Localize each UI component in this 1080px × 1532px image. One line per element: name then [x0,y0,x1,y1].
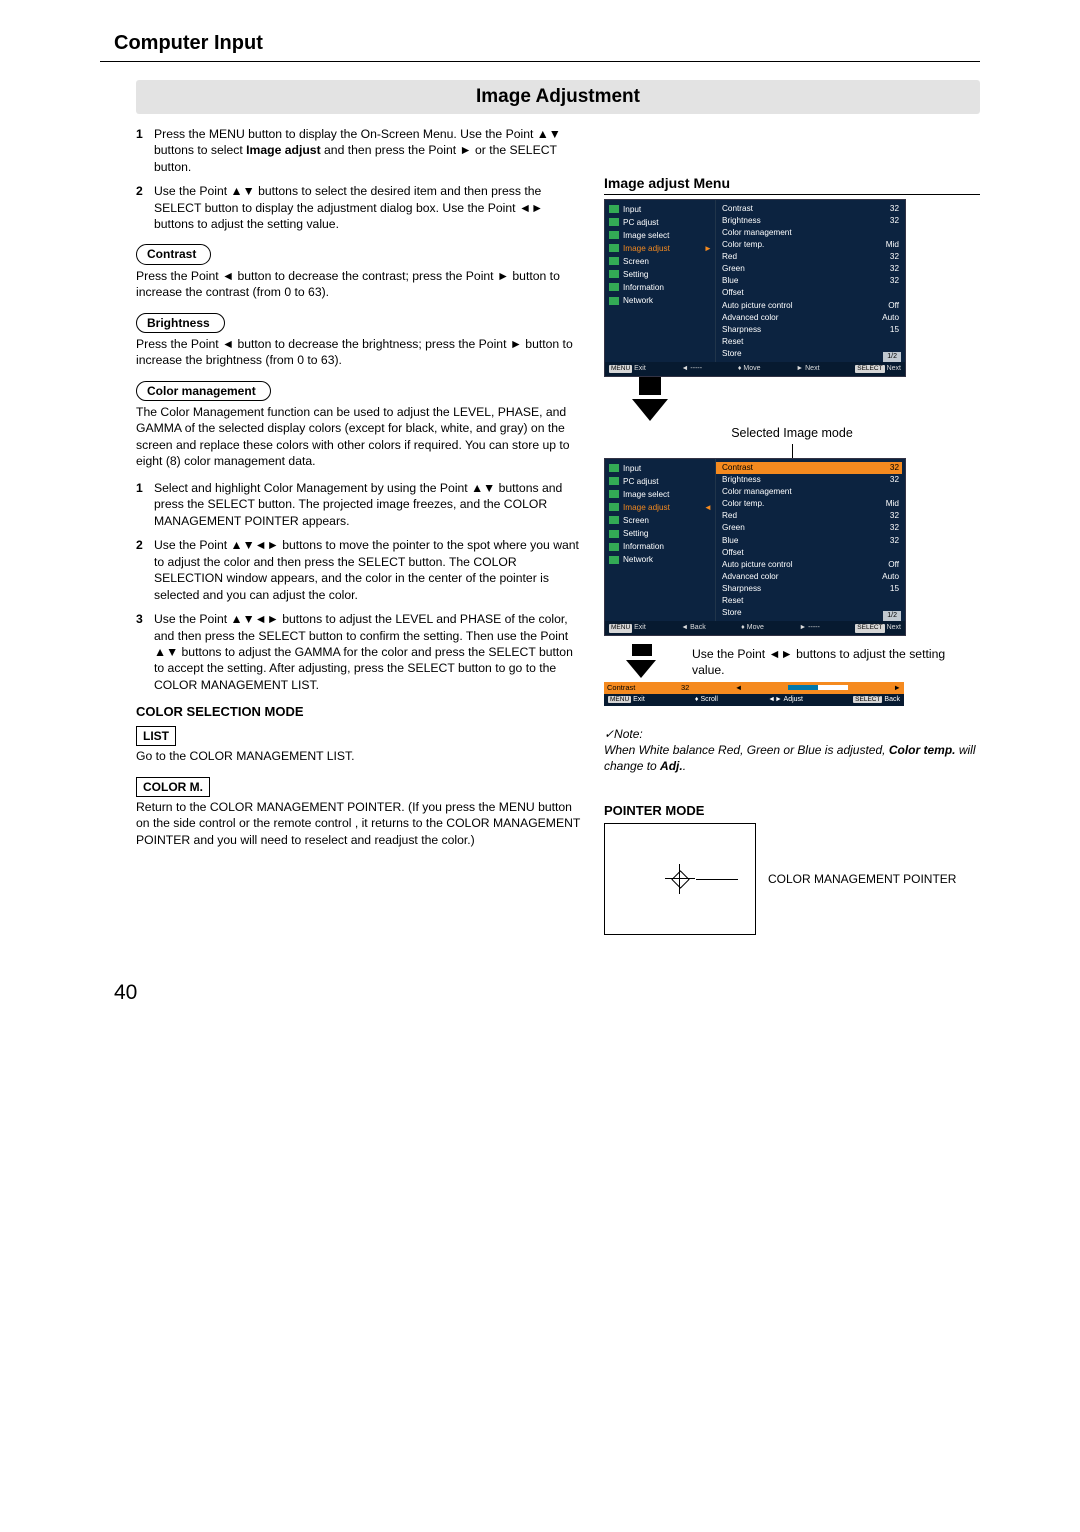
list-box: LIST [136,726,176,746]
network-icon [609,297,619,305]
cm-step-3: Use the Point ▲▼◄► buttons to adjust the… [154,611,584,693]
note-block: ✓Note: When White balance Red, Green or … [604,726,980,775]
osd2-sidebar: Input PC adjust Image select Image adjus… [605,459,716,622]
osd2-page-indicator: 1/2 [883,611,901,620]
section-header: Computer Input [114,30,980,57]
setting-icon [609,270,619,278]
information-icon [609,283,619,291]
osd2-main: Contrast32Brightness32Color managementCo… [716,459,905,622]
setting-icon [609,530,619,538]
input-icon [609,205,619,213]
screen-icon [609,257,619,265]
information-icon [609,543,619,551]
intro-steps: 1Press the MENU button to display the On… [136,126,584,233]
osd-menu-1: Input PC adjust Image select Image adjus… [604,199,906,377]
cm-steps: 1Select and highlight Color Management b… [136,480,584,694]
intro-step-1: Press the MENU button to display the On-… [154,126,584,175]
osd-menu-2: Input PC adjust Image select Image adjus… [604,458,906,636]
color-selection-mode-title: COLOR SELECTION MODE [136,703,584,721]
osd2-footer: MENUExit ◄ Back ♦ Move ► ----- SELECT Ne… [605,621,905,634]
list-text: Go to the COLOR MANAGEMENT LIST. [136,748,584,764]
pointer-label: COLOR MANAGEMENT POINTER [768,871,956,887]
callout-line-2 [696,879,738,880]
left-column: 1Press the MENU button to display the On… [136,126,584,935]
manual-page: Computer Input Image Adjustment 1Press t… [80,0,1000,1027]
image-adjust-icon [609,503,619,511]
contrast-pill: Contrast [136,244,211,264]
arrow-down-icon-1 [632,399,668,421]
note-title: ✓Note: [604,726,980,742]
pointer-mode-title: POINTER MODE [604,802,980,820]
colormgmt-text: The Color Management function can be use… [136,404,584,470]
callout-line [792,444,793,458]
selected-image-mode-caption: Selected Image mode [604,425,980,442]
image-adjust-menu-title: Image adjust Menu [604,174,980,195]
image-adjust-icon [609,244,619,252]
osd1-footer: MENUExit ◄ ----- ♦ Move ► Next SELECT Ne… [605,362,905,375]
image-select-icon [609,231,619,239]
cm-step-1: Select and highlight Color Management by… [154,480,584,529]
arrow-down-icon-2 [626,660,656,678]
osd1-main: Contrast32Brightness32Color managementCo… [716,200,905,363]
colorm-box: COLOR M. [136,777,210,797]
screen-icon [609,516,619,524]
arrow-stem-2 [632,644,652,656]
chevron-right-icon: ► [704,243,712,254]
cm-step-2: Use the Point ▲▼◄► buttons to move the p… [154,537,584,603]
arrow-stem-1 [639,377,661,395]
osd1-page-indicator: 1/2 [883,352,901,361]
brightness-text: Press the Point ◄ button to decrease the… [136,336,584,369]
slider-bar [788,685,848,690]
page-number: 40 [114,979,980,1007]
colorm-text: Return to the COLOR MANAGEMENT POINTER. … [136,799,584,848]
image-select-icon [609,490,619,498]
note-body: When White balance Red, Green or Blue is… [604,742,980,774]
input-icon [609,464,619,472]
contrast-text: Press the Point ◄ button to decrease the… [136,268,584,301]
osd1-sidebar: Input PC adjust Image select Image adjus… [605,200,716,363]
crosshair-icon [665,864,695,894]
brightness-pill: Brightness [136,313,225,333]
pc-adjust-icon [609,218,619,226]
right-column: Image adjust Menu Input PC adjust Image … [604,126,980,935]
pointer-mode-area: POINTER MODE COLOR MANAGEMENT POINTER [604,802,980,935]
network-icon [609,556,619,564]
colormgmt-pill: Color management [136,381,271,401]
divider [100,61,980,62]
intro-step-2: Use the Point ▲▼ buttons to select the d… [154,183,584,232]
adjust-hint: Use the Point ◄► buttons to adjust the s… [692,644,980,679]
pc-adjust-icon [609,477,619,485]
chevron-left-icon: ◄ [704,502,712,513]
contrast-slider-osd: Contrast 32 ◄► MENU Exit ♦ Scroll ◄► Adj… [604,682,904,706]
page-title: Image Adjustment [136,80,980,114]
